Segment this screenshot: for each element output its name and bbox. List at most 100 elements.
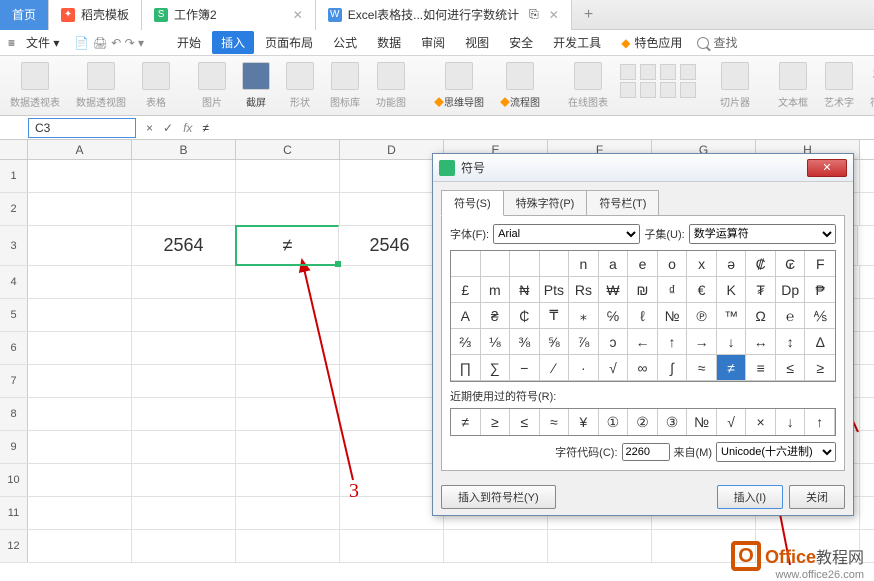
select-all-corner[interactable]	[0, 140, 28, 159]
symbol-cell[interactable]: ↑	[658, 329, 688, 355]
ribbon-charts[interactable]: 在线图表	[564, 60, 612, 111]
recent-symbol[interactable]: ≈	[540, 409, 570, 435]
symbol-cell[interactable]: ₴	[481, 303, 511, 329]
name-box[interactable]: C3	[28, 118, 136, 138]
cell-D3[interactable]: 2546	[338, 226, 442, 265]
cancel-icon[interactable]: ×	[146, 121, 153, 135]
recent-symbol[interactable]: ≥	[481, 409, 511, 435]
menu-search[interactable]: 查找	[697, 34, 737, 51]
fx-icon[interactable]: fx	[183, 121, 192, 135]
menu-start[interactable]: 开始	[168, 31, 210, 54]
ribbon-shapes[interactable]: 形状	[282, 60, 318, 111]
recent-symbol[interactable]: ≠	[451, 409, 481, 435]
symbol-cell[interactable]: ∞	[628, 355, 658, 381]
ribbon-wordart[interactable]: 艺术字	[820, 60, 858, 111]
cell-C3[interactable]: ≠	[235, 225, 339, 266]
symbol-cell[interactable]: №	[658, 303, 688, 329]
symbol-cell[interactable]	[510, 251, 540, 277]
symbol-cell[interactable]: x	[687, 251, 717, 277]
symbol-cell[interactable]: ₩	[599, 277, 629, 303]
ribbon-pivot-table[interactable]: 数据透视表	[6, 60, 64, 111]
symbol-cell[interactable]: ℗	[687, 303, 717, 329]
symbol-cell[interactable]: ≠	[717, 355, 747, 381]
tab-special[interactable]: 特殊字符(P)	[503, 190, 588, 216]
ribbon-chart-icons[interactable]	[620, 60, 696, 111]
symbol-cell[interactable]	[451, 251, 481, 277]
symbol-cell[interactable]: Dp	[776, 277, 806, 303]
symbol-cell[interactable]: ↓	[717, 329, 747, 355]
close-button[interactable]: 关闭	[789, 485, 845, 509]
from-select[interactable]: Unicode(十六进制)	[716, 442, 836, 462]
tab-workbook[interactable]: S工作簿2✕	[142, 0, 316, 30]
symbol-cell[interactable]: A	[451, 303, 481, 329]
symbol-cell[interactable]: ⅔	[451, 329, 481, 355]
symbol-cell[interactable]: ↕	[776, 329, 806, 355]
symbol-cell[interactable]: K	[717, 277, 747, 303]
menu-view[interactable]: 视图	[456, 31, 498, 54]
symbol-cell[interactable]: ℅	[599, 303, 629, 329]
symbol-cell[interactable]	[481, 251, 511, 277]
col-A[interactable]: A	[28, 140, 132, 159]
symbol-cell[interactable]: ≈	[687, 355, 717, 381]
menu-dev[interactable]: 开发工具	[544, 31, 610, 54]
recent-symbol[interactable]: ×	[746, 409, 776, 435]
symbol-cell[interactable]: ∏	[451, 355, 481, 381]
tab-excel-tip[interactable]: WExcel表格技...如何进行字数统计⎘✕	[316, 0, 572, 30]
symbol-cell[interactable]: ⅞	[569, 329, 599, 355]
col-B[interactable]: B	[132, 140, 236, 159]
ribbon-slicer[interactable]: 切片器	[716, 60, 754, 111]
symbol-cell[interactable]: ₦	[510, 277, 540, 303]
symbol-cell[interactable]: ₱	[805, 277, 835, 303]
ribbon-screenshot[interactable]: 截屏	[238, 60, 274, 111]
tab-home[interactable]: 首页	[0, 0, 49, 30]
menu-insert[interactable]: 插入	[212, 31, 254, 54]
col-C[interactable]: C	[236, 140, 340, 159]
symbol-cell[interactable]: Pts	[540, 277, 570, 303]
insert-to-bar-button[interactable]: 插入到符号栏(Y)	[441, 485, 556, 509]
menu-toggle[interactable]: ≡	[8, 36, 15, 50]
recent-symbol[interactable]: ¥	[569, 409, 599, 435]
menu-data[interactable]: 数据	[368, 31, 410, 54]
recent-symbol[interactable]: ③	[658, 409, 688, 435]
close-icon[interactable]: ✕	[293, 8, 303, 22]
symbol-cell[interactable]: ∙	[569, 355, 599, 381]
recent-symbol[interactable]: №	[687, 409, 717, 435]
recent-symbol[interactable]: ↑	[805, 409, 835, 435]
symbol-cell[interactable]: ℮	[776, 303, 806, 329]
symbol-cell[interactable]	[540, 251, 570, 277]
symbol-cell[interactable]: ←	[628, 329, 658, 355]
symbol-cell[interactable]: ≡	[746, 355, 776, 381]
symbol-cell[interactable]: Rs	[569, 277, 599, 303]
symbol-cell[interactable]: ⅍	[805, 303, 835, 329]
symbol-cell[interactable]: ≥	[805, 355, 835, 381]
ribbon-func[interactable]: 功能图	[372, 60, 410, 111]
ribbon-flowchart[interactable]: ◆流程图	[496, 60, 544, 111]
menu-layout[interactable]: 页面布局	[256, 31, 322, 54]
ribbon-textbox[interactable]: 文本框	[774, 60, 812, 111]
new-tab-button[interactable]: +	[572, 6, 605, 24]
symbol-cell[interactable]: ≤	[776, 355, 806, 381]
symbol-cell[interactable]: ⅝	[540, 329, 570, 355]
ribbon-symbol[interactable]: Ω符号	[866, 60, 874, 111]
ribbon-iconlib[interactable]: 图标库	[326, 60, 364, 111]
close-icon[interactable]: ✕	[549, 8, 559, 22]
symbol-cell[interactable]: ⁎	[569, 303, 599, 329]
symbol-cell[interactable]: ↄ	[599, 329, 629, 355]
ribbon-mindmap[interactable]: ◆思维导图	[430, 60, 488, 111]
subset-select[interactable]: 数学运算符	[689, 224, 836, 244]
insert-button[interactable]: 插入(I)	[717, 485, 783, 509]
formula-bar[interactable]: × ✓ fx ≠	[146, 121, 209, 135]
menu-security[interactable]: 安全	[500, 31, 542, 54]
symbol-cell[interactable]: €	[687, 277, 717, 303]
symbol-cell[interactable]: ₵	[510, 303, 540, 329]
symbol-cell[interactable]: o	[658, 251, 688, 277]
recent-symbol[interactable]: ②	[628, 409, 658, 435]
symbol-cell[interactable]: ₮	[746, 277, 776, 303]
symbol-cell[interactable]: −	[510, 355, 540, 381]
menu-formula[interactable]: 公式	[324, 31, 366, 54]
symbol-cell[interactable]: ₢	[776, 251, 806, 277]
ribbon-table[interactable]: 表格	[138, 60, 174, 111]
symbol-cell[interactable]: ℓ	[628, 303, 658, 329]
symbol-cell[interactable]: a	[599, 251, 629, 277]
recent-symbol[interactable]: ①	[599, 409, 629, 435]
